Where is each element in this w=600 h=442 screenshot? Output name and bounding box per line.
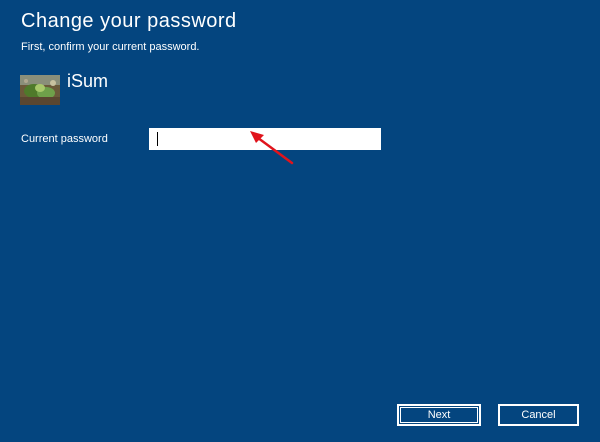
cancel-button[interactable]: Cancel [498,404,579,426]
avatar [20,75,60,105]
text-caret [157,132,158,146]
account-username: iSum [67,71,109,91]
current-password-label: Current password [21,133,108,145]
user-photo-icon [20,75,60,105]
page-title: Change your password [21,10,237,32]
red-arrow-annotation-icon [250,131,294,165]
next-button[interactable]: Next [397,404,481,426]
page-subtitle: First, confirm your current password. [21,41,200,53]
change-password-page: Change your password First, confirm your… [0,0,600,442]
